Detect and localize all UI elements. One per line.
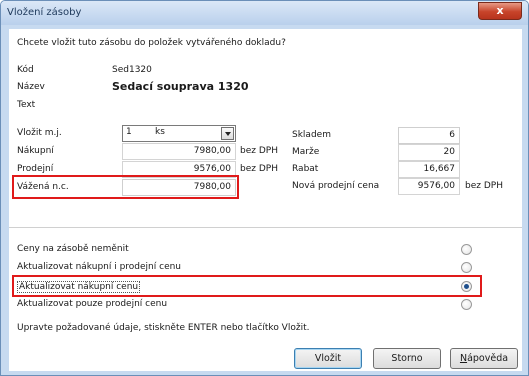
highlight-box-vazena <box>12 175 239 199</box>
vlozit-button[interactable]: Vložit <box>294 348 362 369</box>
dialog-window: Vložení zásoby x Chcete vložit tuto záso… <box>0 0 529 376</box>
title-bar[interactable]: Vložení zásoby x <box>1 1 528 25</box>
napoveda-hotkey: N <box>459 353 468 364</box>
skladem-label: Skladem <box>292 130 331 140</box>
radio-option-1[interactable] <box>461 262 472 273</box>
napoveda-label: ápověda <box>467 353 509 364</box>
unit-value: ks <box>155 127 165 137</box>
chevron-down-icon[interactable] <box>221 127 234 140</box>
prodejni-suffix: bez DPH <box>240 164 278 174</box>
nova-cena-suffix: bez DPH <box>465 181 503 191</box>
highlight-box-option <box>12 275 482 297</box>
kod-value: Sed1320 <box>112 65 152 75</box>
kod-label: Kód <box>17 65 34 75</box>
nazev-value: Sedací souprava 1320 <box>112 80 249 93</box>
vlozit-mj-label: Vložit m.j. <box>17 128 62 138</box>
option-label-0[interactable]: Ceny na zásobě neměnit <box>17 244 129 254</box>
nazev-label: Název <box>17 82 45 92</box>
radio-option-3[interactable] <box>461 299 472 310</box>
prodejni-label: Prodejní <box>17 164 54 174</box>
nakupni-label: Nákupní <box>17 146 54 156</box>
close-button[interactable]: x <box>478 2 522 20</box>
hint-text: Upravte požadované údaje, stiskněte ENTE… <box>17 323 310 333</box>
storno-button[interactable]: Storno <box>373 348 441 369</box>
dialog-content: Chcete vložit tuto zásobu do položek vyt… <box>9 29 522 371</box>
close-icon: x <box>496 4 504 17</box>
nakupni-suffix: bez DPH <box>240 146 278 156</box>
nova-cena-field[interactable]: 9576,00 <box>398 178 460 195</box>
rabat-field[interactable]: 16,667 <box>398 161 460 178</box>
separator <box>9 227 522 228</box>
rabat-label: Rabat <box>292 164 319 174</box>
unit-combo[interactable]: 1 ks <box>122 125 236 142</box>
quantity-value[interactable]: 1 <box>126 127 132 137</box>
nakupni-field[interactable]: 7980,00 <box>122 143 236 160</box>
text-label: Text <box>17 100 36 110</box>
prompt-text: Chcete vložit tuto zásobu do položek vyt… <box>17 38 286 48</box>
marze-label: Marže <box>292 147 320 157</box>
option-label-1[interactable]: Aktualizovat nákupní i prodejní cenu <box>17 262 181 272</box>
radio-option-0[interactable] <box>461 244 472 255</box>
skladem-field: 6 <box>398 127 460 144</box>
marze-field[interactable]: 20 <box>398 144 460 161</box>
window-title: Vložení zásoby <box>7 7 82 18</box>
option-label-3[interactable]: Aktualizovat pouze prodejní cenu <box>17 299 167 309</box>
nova-cena-label: Nová prodejní cena <box>292 181 380 191</box>
napoveda-button[interactable]: Nápověda <box>450 348 518 369</box>
